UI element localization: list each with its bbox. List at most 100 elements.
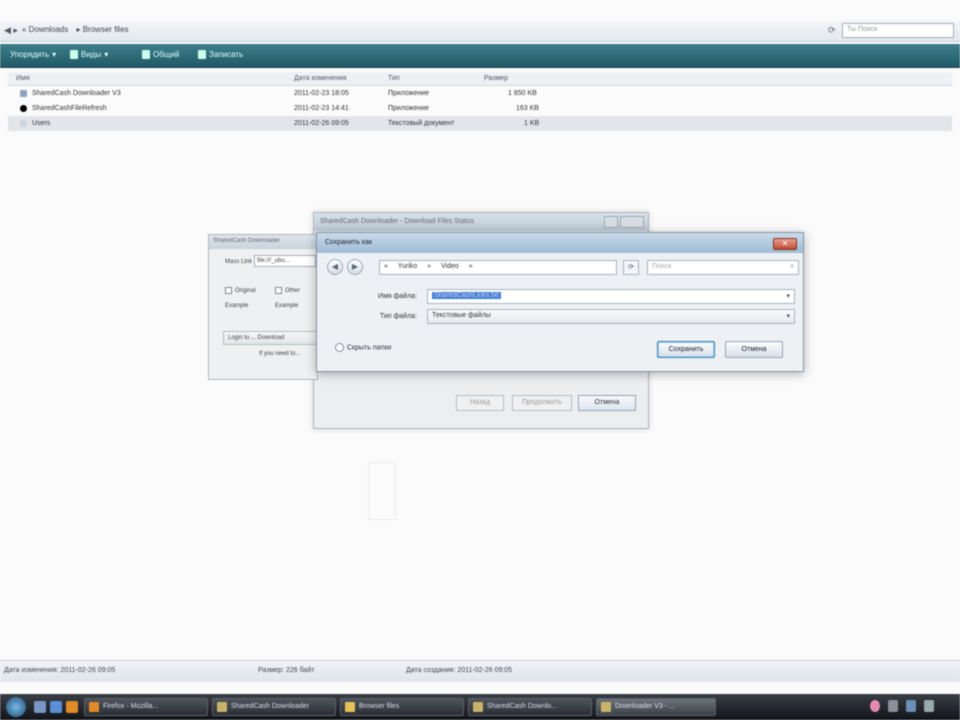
taskbar-button[interactable]: SharedCash Downloader: [212, 698, 336, 716]
taskbar-button-label: Browser files: [359, 703, 400, 710]
file-name: SharedCashFileRefresh: [32, 105, 107, 112]
search-icon: ⌕: [790, 263, 794, 270]
breadcrumb[interactable]: « Downloads ▸ Browser files: [22, 25, 135, 34]
file-type: Приложение: [388, 90, 430, 97]
close-icon[interactable]: [620, 216, 644, 228]
taskbar-button-active[interactable]: Downloader V3 - ...: [596, 698, 716, 716]
forward-arrow-icon[interactable]: ▶: [347, 259, 363, 275]
ie-icon[interactable]: [50, 701, 62, 713]
path-crumb: »: [468, 263, 473, 270]
login-download-button[interactable]: Login to ... Download: [223, 331, 317, 345]
share-label: Общий: [153, 50, 180, 59]
other-checkbox[interactable]: [275, 287, 282, 294]
mass-link-input[interactable]: file:///_ubu...: [254, 255, 316, 267]
path-crumb[interactable]: Video: [441, 263, 459, 270]
show-desktop-icon[interactable]: [34, 701, 46, 713]
column-type[interactable]: Тип: [388, 75, 400, 82]
search-input[interactable]: Ты Поиск: [842, 23, 954, 38]
dialog-title: Сохранить как: [317, 233, 803, 253]
taskbar-button[interactable]: SharedCash Downlo...: [468, 698, 592, 716]
firefox-icon[interactable]: [66, 701, 78, 713]
table-row[interactable]: SharedCash Downloader V3 2011-02-23 18:0…: [8, 86, 952, 101]
back-arrow-icon[interactable]: ◀: [327, 259, 343, 275]
dialog-title: SharedCash Downloader: [209, 235, 317, 249]
navigation-row: ◀ ▶ » Yuriko » Video » ⟳ Поиск ⌕: [325, 259, 799, 277]
taskbar-button-label: Firefox - Mozilla...: [103, 703, 159, 710]
taskbar-button[interactable]: Browser files: [340, 698, 464, 716]
breadcrumb-item[interactable]: ▸ Browser files: [76, 25, 128, 34]
app-icon: [601, 702, 611, 712]
cancel-button[interactable]: Отмена: [578, 395, 636, 411]
path-crumb[interactable]: Yuriko: [398, 263, 417, 270]
volume-icon[interactable]: [888, 700, 898, 712]
save-button[interactable]: Сохранить: [657, 341, 715, 358]
empty-frame: [368, 462, 396, 520]
column-date[interactable]: Дата изменения: [294, 75, 347, 82]
hide-folders-toggle[interactable]: Скрыть папки: [335, 343, 391, 352]
cancel-button[interactable]: Отмена: [725, 341, 783, 358]
details-pane: Дата изменения: 2011-02-26 09:05 Размер:…: [0, 660, 960, 682]
file-date: 2011-02-26 09:05: [294, 120, 349, 127]
views-icon: [70, 50, 78, 59]
column-header: Имя Дата изменения Тип Размер: [8, 72, 952, 86]
minimize-icon[interactable]: [604, 216, 618, 228]
filetype-value: Текстовые файлы: [432, 312, 491, 319]
back-forward-icon[interactable]: ◀ ▸: [4, 25, 18, 36]
status-size: Размер: 226 байт: [258, 667, 315, 674]
command-bar: Упорядить ▾ Виды ▾ Общий Записать: [0, 44, 960, 68]
refresh-icon[interactable]: ⟳: [623, 260, 639, 275]
file-size: 1 850 KB: [508, 90, 537, 97]
mass-link-label: Mass Link: [225, 259, 253, 265]
next-button[interactable]: Продолжить: [512, 395, 572, 411]
chevron-down-icon[interactable]: ▾: [786, 292, 790, 300]
dialog-title: SharedCash Downloader - Download Files S…: [314, 213, 648, 231]
status-date: Дата изменения: 2011-02-26 09:05: [4, 667, 116, 674]
organize-button[interactable]: Упорядить ▾: [10, 50, 56, 59]
original-checkbox[interactable]: [225, 287, 232, 294]
system-tray: [866, 700, 956, 714]
taskbar-button[interactable]: Firefox - Mozilla...: [84, 698, 208, 716]
firefox-icon: [89, 702, 99, 712]
save-as-dialog: Сохранить как ✕ ◀ ▶ » Yuriko » Video » ⟳…: [316, 232, 804, 372]
search-input[interactable]: Поиск ⌕: [647, 260, 799, 275]
path-dropdown[interactable]: » Yuriko » Video »: [379, 260, 617, 275]
file-size: 163 KB: [516, 105, 539, 112]
tray-icon[interactable]: [924, 700, 934, 712]
file-size: 1 KB: [524, 120, 540, 127]
column-size[interactable]: Размер: [484, 75, 508, 82]
filename-field[interactable]: SharedCashLinks.txt ▾: [427, 289, 795, 304]
file-date: 2011-02-23 14:41: [294, 105, 349, 112]
downloader-settings-dialog: SharedCash Downloader Mass Link file:///…: [208, 234, 318, 380]
network-icon[interactable]: [906, 700, 916, 712]
folder-icon: [345, 702, 355, 712]
filetype-select[interactable]: Текстовые файлы ▾: [427, 309, 795, 324]
filename-label: Имя файла:: [377, 293, 417, 300]
back-button[interactable]: Назад: [456, 395, 504, 411]
table-row[interactable]: Users 2011-02-26 09:05 Текстовый докумен…: [8, 116, 952, 131]
views-button[interactable]: Виды ▾: [70, 50, 108, 59]
path-crumb: »: [384, 263, 388, 270]
table-row[interactable]: SharedCashFileRefresh 2011-02-23 14:41 П…: [8, 101, 952, 116]
taskbar: Firefox - Mozilla... SharedCash Download…: [0, 694, 960, 720]
text-file-icon: [20, 120, 27, 127]
breadcrumb-item[interactable]: « Downloads: [22, 25, 68, 34]
search-placeholder: Поиск: [652, 263, 672, 270]
organize-label: Упорядить: [10, 50, 50, 59]
refresh-icon[interactable]: ⟳: [828, 25, 836, 36]
taskbar-button-label: Downloader V3 - ...: [615, 703, 675, 710]
chevron-down-icon[interactable]: ▾: [786, 312, 790, 320]
app-icon: [20, 105, 27, 112]
taskbar-button-label: SharedCash Downlo...: [487, 703, 558, 710]
file-name: SharedCash Downloader V3: [32, 90, 121, 97]
views-label: Виды: [81, 50, 102, 59]
tray-icon[interactable]: [870, 700, 880, 712]
share-icon: [142, 50, 150, 59]
start-button[interactable]: [6, 697, 26, 717]
share-button[interactable]: Общий: [142, 50, 179, 59]
expand-icon: [335, 343, 344, 352]
file-type: Приложение: [388, 105, 430, 112]
original-label: Original: [235, 288, 256, 294]
column-name[interactable]: Имя: [16, 75, 30, 82]
close-icon[interactable]: ✕: [773, 238, 797, 250]
burn-button[interactable]: Записать: [198, 50, 243, 59]
